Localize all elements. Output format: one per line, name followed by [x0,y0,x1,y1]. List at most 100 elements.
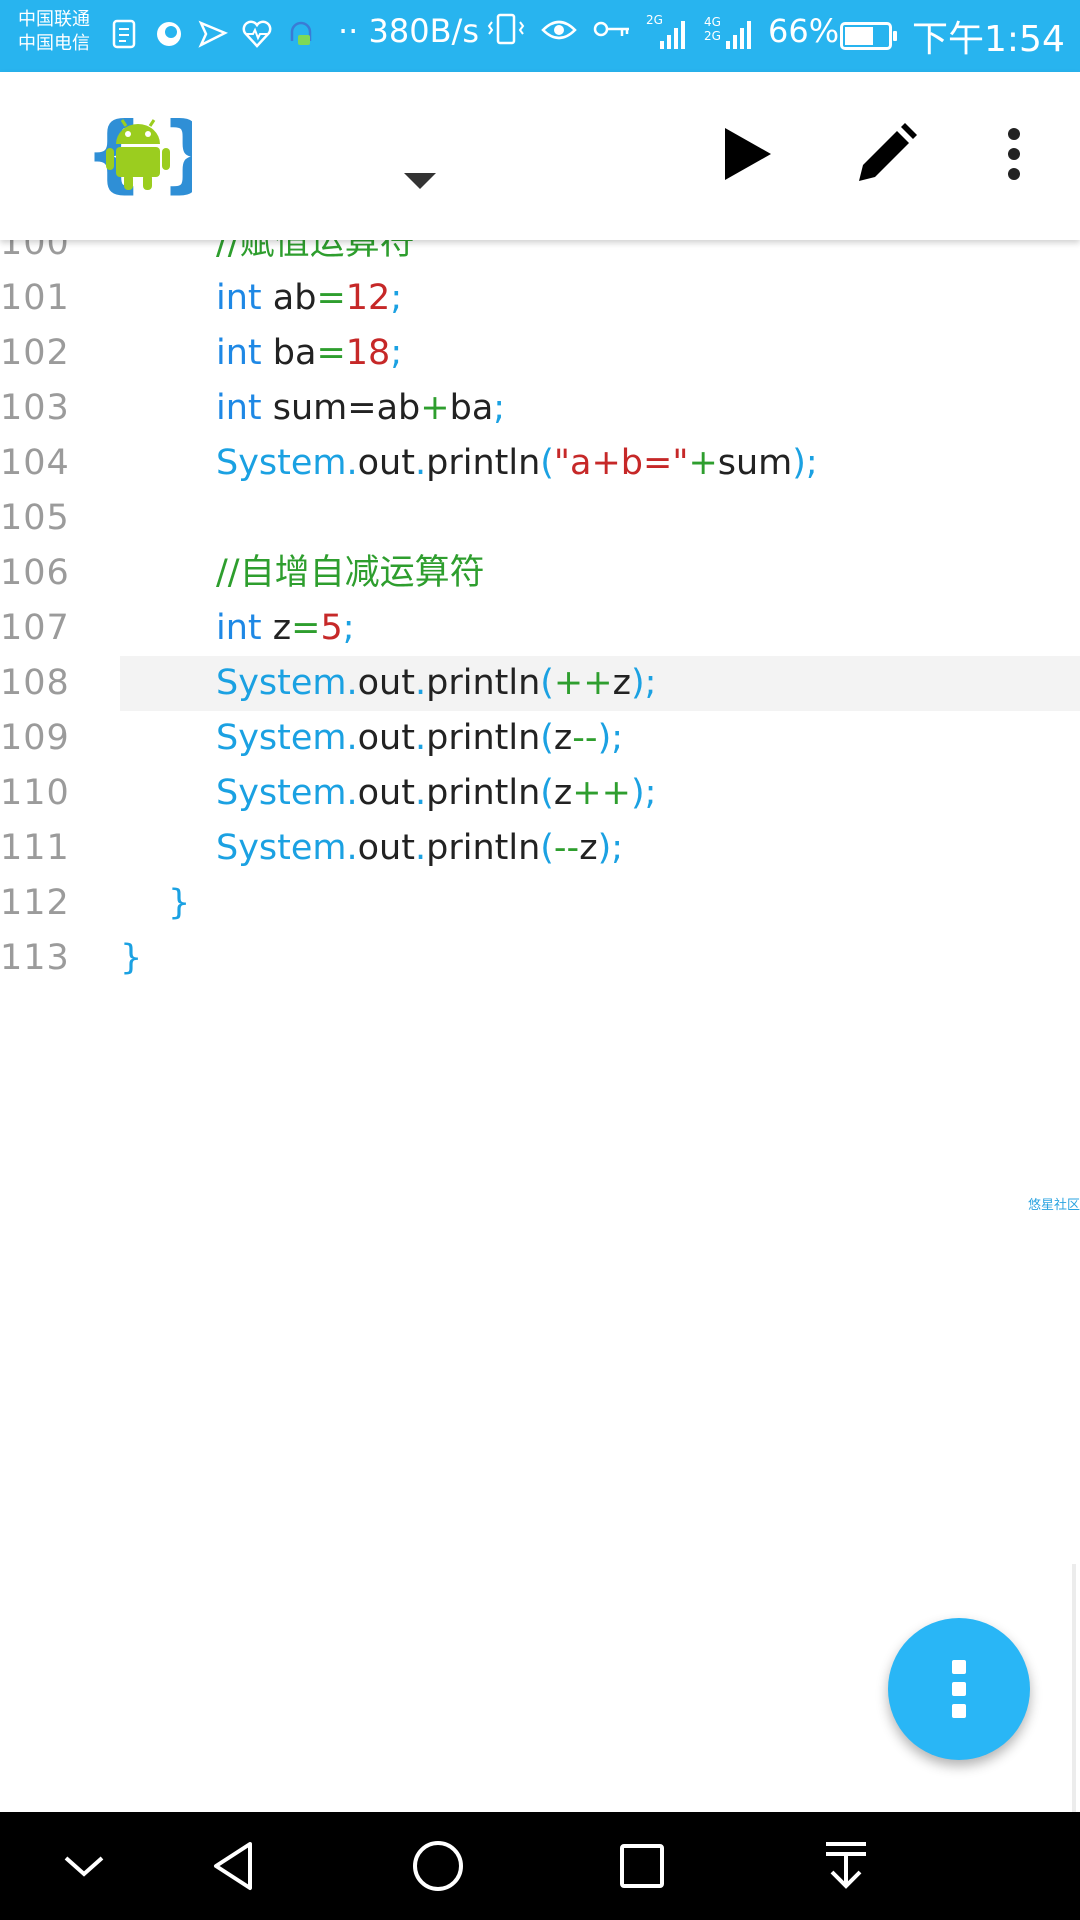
code-token: println [426,663,541,703]
signal-icon: 2G [646,13,690,51]
line-number: 107 [0,608,70,648]
run-button[interactable] [711,118,783,190]
code-token: . [414,663,427,703]
code-line[interactable]: 111 System.out.println(--z); [0,821,1080,876]
dots: ·· [338,12,369,50]
home-button[interactable] [408,1836,468,1896]
signal-icon: 4G 2G [704,15,758,51]
code-comment: //赋值运算符 [216,240,415,263]
line-number: 103 [0,388,70,428]
android-logo-icon[interactable]: { } [84,104,220,202]
recents-icon [620,1844,664,1888]
code-line[interactable]: 109 System.out.println(z--); [0,711,1080,766]
code-editor[interactable]: 100 //赋值运算符 101 int ab=12; 102 int ba=18; 10… [0,240,1080,1812]
code-text: } [168,876,190,931]
notification-pull-button[interactable] [816,1836,876,1896]
code-token: 18 [345,333,391,373]
code-line[interactable]: 112} [0,876,1080,931]
scrollbar[interactable] [1072,1564,1076,1812]
code-token: ); [630,663,657,703]
code-token: z [553,773,573,813]
code-line[interactable]: 113} [0,931,1080,986]
code-token: . [414,443,427,483]
battery-fill [845,27,873,45]
code-token: ++ [553,663,613,703]
code-text: System.out.println(++z); [216,656,658,712]
system-icons: 2G 4G 2G [486,12,758,54]
code-token: ++ [572,773,631,813]
eye-icon [540,14,578,52]
code-token: System. [216,663,358,703]
back-icon [214,1842,252,1890]
line-number: 102 [0,333,70,373]
code-token: System. [216,443,358,483]
assistant-icon [284,14,318,54]
code-token: ); [792,443,818,483]
navigation-bar [0,1812,1080,1920]
code-token: ; [390,333,403,373]
code-line[interactable]: 103 int sum=ab+ba; [0,381,1080,436]
code-token: System. [216,773,358,813]
code-token: out [357,718,415,758]
send-icon [196,14,230,54]
file-dropdown-arrow[interactable] [404,173,436,189]
code-token: 5 [320,608,343,648]
code-token: System. [216,828,358,868]
code-text: //自增自减运算符 [216,546,485,601]
notification-icons [108,14,318,54]
code-token: + [420,388,450,428]
more-vert-icon [952,1682,966,1696]
code-token: int [216,388,262,428]
code-token: ); [597,718,624,758]
code-line[interactable]: 105 [0,491,1080,546]
code-token: z [261,608,292,648]
edit-button[interactable] [850,118,922,190]
code-token: //自增自减运算符 [216,553,485,593]
code-token: out [357,828,415,868]
carrier-1: 中国联通 [18,9,90,30]
code-token: int [216,278,262,318]
notification-pull-icon [826,1842,866,1889]
recents-button[interactable] [612,1836,672,1896]
vibrate-icon [486,12,526,54]
clock: 下午1:54 [912,19,1065,60]
code-token: z [553,718,573,758]
code-line[interactable]: 108 System.out.println(++z); [0,656,1080,711]
code-line[interactable]: 101 int ab=12; [0,271,1080,326]
code-token: ( [540,773,554,813]
code-token: sum [717,443,793,483]
code-text: System.out.println(z--); [216,711,623,766]
status-bar: 中国联通 中国电信 ·· 380B/s 2G 4G 2G 66% 下午1:54 [0,0,1080,72]
floating-action-button[interactable] [888,1618,1030,1760]
code-line[interactable]: 102 int ba=18; [0,326,1080,381]
code-token: ba [261,333,317,373]
code-token: ( [540,663,554,703]
network-speed-value: 380B/s [368,12,479,50]
collapse-button[interactable] [54,1836,114,1896]
more-options-button[interactable] [978,118,1050,190]
code-token: . [414,773,427,813]
code-line[interactable]: 110 System.out.println(z++); [0,766,1080,821]
code-token: println [426,443,541,483]
app-toolbar: { } [0,72,1080,240]
code-token: ; [342,608,355,648]
line-number: 111 [0,828,70,868]
code-token: . [414,718,427,758]
code-text: } [120,931,142,986]
code-text: int ba=18; [216,326,402,381]
watermark: 悠星社区 [1028,1198,1080,1213]
code-token: ( [540,718,554,758]
code-token: = [291,608,321,648]
code-token: out [357,773,415,813]
browser-icon [152,14,186,54]
code-line[interactable]: 107 int z=5; [0,601,1080,656]
network-speed: ·· 380B/s [338,12,479,50]
code-line[interactable]: 104 System.out.println("a+b="+sum); [0,436,1080,491]
carrier-2: 中国电信 [18,33,90,54]
code-line[interactable]: 106 //自增自减运算符 [0,546,1080,601]
line-number: 112 [0,883,70,923]
back-button[interactable] [204,1836,264,1896]
code-token: } [120,938,143,978]
code-token: ( [540,828,554,868]
home-icon [413,1841,463,1891]
